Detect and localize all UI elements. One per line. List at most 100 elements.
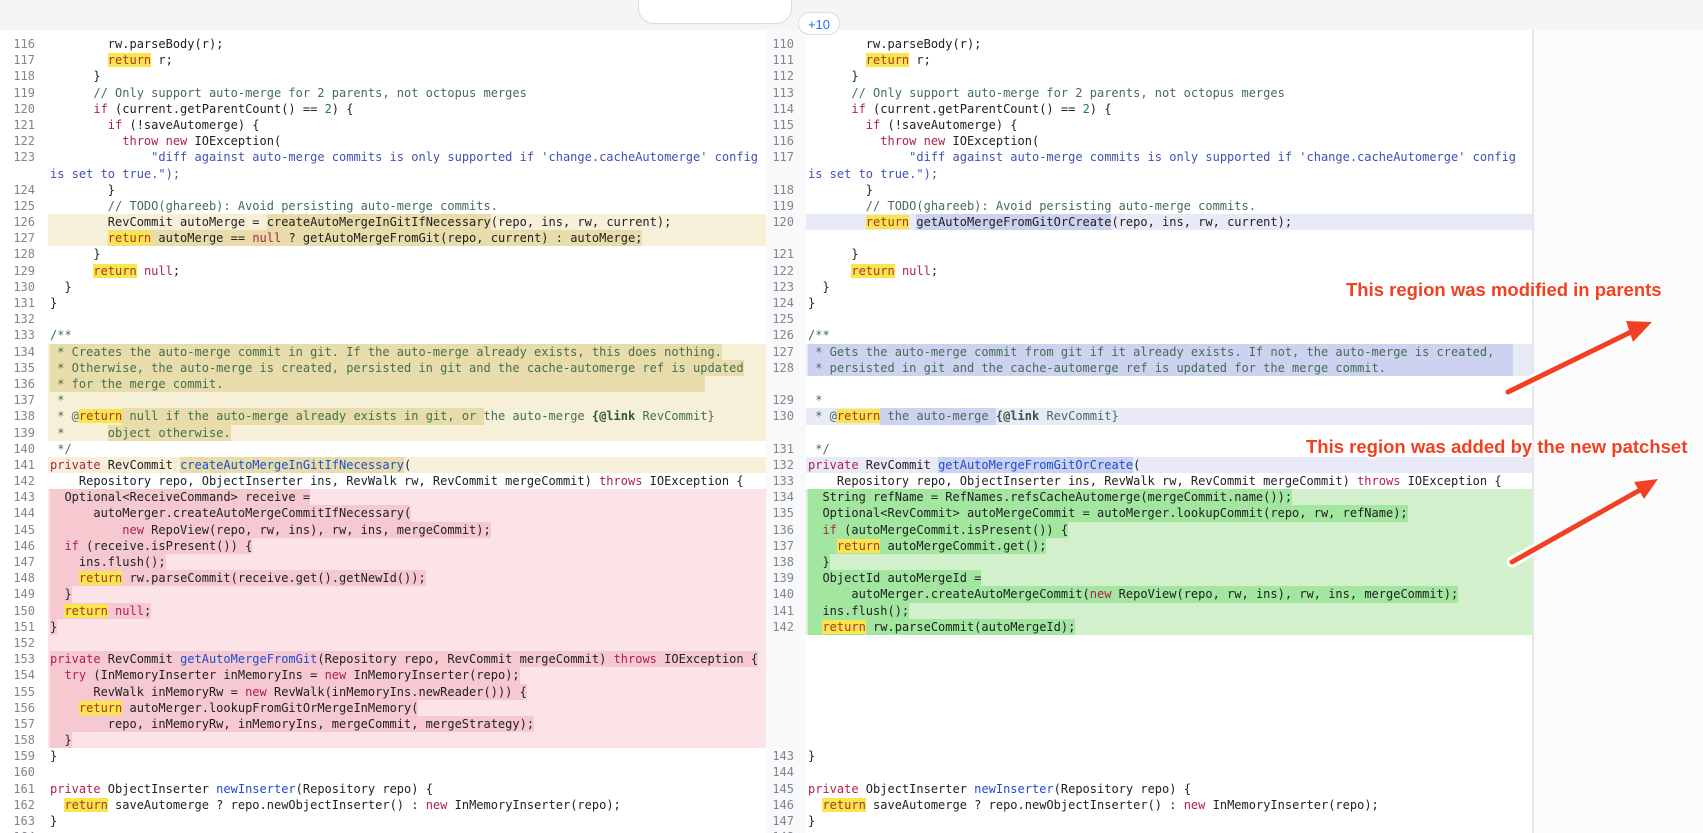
left-line-number[interactable]: 150 — [0, 603, 48, 619]
right-line-number[interactable]: 115 — [766, 117, 806, 133]
diff-row: 157 repo, inMemoryRw, inMemoryIns, merge… — [0, 716, 1534, 732]
left-line-number[interactable]: 123 — [0, 149, 48, 165]
left-line-number[interactable]: 146 — [0, 538, 48, 554]
left-line-number[interactable]: 138 — [0, 408, 48, 424]
left-line-number[interactable]: 149 — [0, 586, 48, 602]
left-line-number[interactable]: 153 — [0, 651, 48, 667]
right-line-number[interactable]: 133 — [766, 473, 806, 489]
right-line-number[interactable]: 132 — [766, 457, 806, 473]
right-line-number[interactable]: 116 — [766, 133, 806, 149]
left-line-number[interactable]: 124 — [0, 182, 48, 198]
right-line-number[interactable]: 146 — [766, 797, 806, 813]
left-line-number[interactable]: 130 — [0, 279, 48, 295]
right-line-number[interactable]: 137 — [766, 538, 806, 554]
left-line-number[interactable]: 139 — [0, 425, 48, 441]
left-line-number[interactable]: 119 — [0, 85, 48, 101]
right-line-number[interactable]: 140 — [766, 586, 806, 602]
right-line-number[interactable]: 148 — [766, 829, 806, 833]
right-line-number[interactable]: 144 — [766, 764, 806, 780]
left-line-number[interactable]: 142 — [0, 473, 48, 489]
left-line-number[interactable]: 160 — [0, 764, 48, 780]
left-line-number[interactable]: 132 — [0, 311, 48, 327]
left-line-number[interactable]: 133 — [0, 327, 48, 343]
left-code-line: return rw.parseCommit(receive.get().getN… — [48, 570, 766, 586]
right-line-number[interactable]: 119 — [766, 198, 806, 214]
right-line-number[interactable]: 128 — [766, 360, 806, 376]
left-line-number[interactable]: 129 — [0, 263, 48, 279]
left-line-number[interactable]: 163 — [0, 813, 48, 829]
right-line-number[interactable]: 122 — [766, 263, 806, 279]
left-line-number[interactable]: 156 — [0, 700, 48, 716]
left-line-number[interactable]: 122 — [0, 133, 48, 149]
left-line-number[interactable]: 161 — [0, 781, 48, 797]
left-line-number[interactable]: 125 — [0, 198, 48, 214]
right-line-number[interactable]: 125 — [766, 311, 806, 327]
left-line-number[interactable]: 128 — [0, 246, 48, 262]
right-line-number[interactable]: 134 — [766, 489, 806, 505]
right-line-number[interactable]: 138 — [766, 554, 806, 570]
right-line-number[interactable]: 143 — [766, 748, 806, 764]
left-line-number[interactable]: 162 — [0, 797, 48, 813]
diff-row: 122 throw new IOException(116 throw new … — [0, 133, 1534, 149]
diff-row: 155 RevWalk inMemoryRw = new RevWalk(inM… — [0, 684, 1534, 700]
left-line-number[interactable]: 145 — [0, 522, 48, 538]
right-code-line: private ObjectInserter newInserter(Repos… — [806, 781, 1534, 797]
left-line-number[interactable]: 157 — [0, 716, 48, 732]
left-line-number[interactable]: 164 — [0, 829, 48, 833]
left-line-number[interactable]: 120 — [0, 101, 48, 117]
right-line-number[interactable]: 110 — [766, 36, 806, 52]
left-line-number[interactable]: 131 — [0, 295, 48, 311]
right-line-number[interactable]: 130 — [766, 408, 806, 424]
right-line-number[interactable]: 127 — [766, 344, 806, 360]
diff-row: 126 RevCommit autoMerge = createAutoMerg… — [0, 214, 1534, 230]
diff-row: 120 if (current.getParentCount() == 2) {… — [0, 101, 1534, 117]
right-line-number[interactable]: 142 — [766, 619, 806, 635]
right-line-number[interactable]: 131 — [766, 441, 806, 457]
right-line-number[interactable]: 145 — [766, 781, 806, 797]
right-line-number[interactable]: 135 — [766, 505, 806, 521]
left-line-number[interactable]: 158 — [0, 732, 48, 748]
left-line-number[interactable]: 148 — [0, 570, 48, 586]
left-line-number[interactable]: 144 — [0, 505, 48, 521]
right-line-number[interactable]: 139 — [766, 570, 806, 586]
right-line-number[interactable]: 147 — [766, 813, 806, 829]
right-code-line: * persisted in git and the cache-automer… — [806, 360, 1534, 376]
left-line-number[interactable]: 152 — [0, 635, 48, 651]
left-line-number[interactable]: 154 — [0, 667, 48, 683]
left-line-number[interactable]: 116 — [0, 36, 48, 52]
right-line-number[interactable]: 112 — [766, 68, 806, 84]
left-line-number[interactable]: 127 — [0, 230, 48, 246]
right-line-number[interactable]: 113 — [766, 85, 806, 101]
right-code-line: autoMerger.createAutoMergeCommit(new Rep… — [806, 586, 1534, 602]
right-line-number[interactable]: 118 — [766, 182, 806, 198]
left-line-number[interactable]: 140 — [0, 441, 48, 457]
left-line-number[interactable]: 121 — [0, 117, 48, 133]
left-line-number[interactable]: 117 — [0, 52, 48, 68]
expand-10-lines-button[interactable]: +10 — [798, 12, 840, 35]
left-line-number[interactable]: 137 — [0, 392, 48, 408]
left-line-number[interactable]: 147 — [0, 554, 48, 570]
left-line-number[interactable]: 135 — [0, 360, 48, 376]
right-line-number[interactable]: 141 — [766, 603, 806, 619]
right-line-number[interactable]: 120 — [766, 214, 806, 230]
left-code-line: throw new IOException( — [48, 133, 766, 149]
right-line-number[interactable]: 123 — [766, 279, 806, 295]
right-line-number[interactable]: 111 — [766, 52, 806, 68]
right-line-number[interactable]: 126 — [766, 327, 806, 343]
collapsed-expander-button[interactable] — [638, 0, 792, 24]
left-line-number[interactable]: 151 — [0, 619, 48, 635]
right-line-number[interactable]: 129 — [766, 392, 806, 408]
left-line-number[interactable]: 118 — [0, 68, 48, 84]
left-line-number[interactable]: 155 — [0, 684, 48, 700]
left-line-number[interactable]: 136 — [0, 376, 48, 392]
right-line-number[interactable]: 117 — [766, 149, 806, 165]
left-line-number[interactable]: 141 — [0, 457, 48, 473]
left-line-number[interactable]: 143 — [0, 489, 48, 505]
left-line-number[interactable]: 159 — [0, 748, 48, 764]
left-line-number[interactable]: 126 — [0, 214, 48, 230]
right-line-number[interactable]: 136 — [766, 522, 806, 538]
left-line-number[interactable]: 134 — [0, 344, 48, 360]
right-line-number[interactable]: 114 — [766, 101, 806, 117]
right-line-number[interactable]: 124 — [766, 295, 806, 311]
right-line-number[interactable]: 121 — [766, 246, 806, 262]
